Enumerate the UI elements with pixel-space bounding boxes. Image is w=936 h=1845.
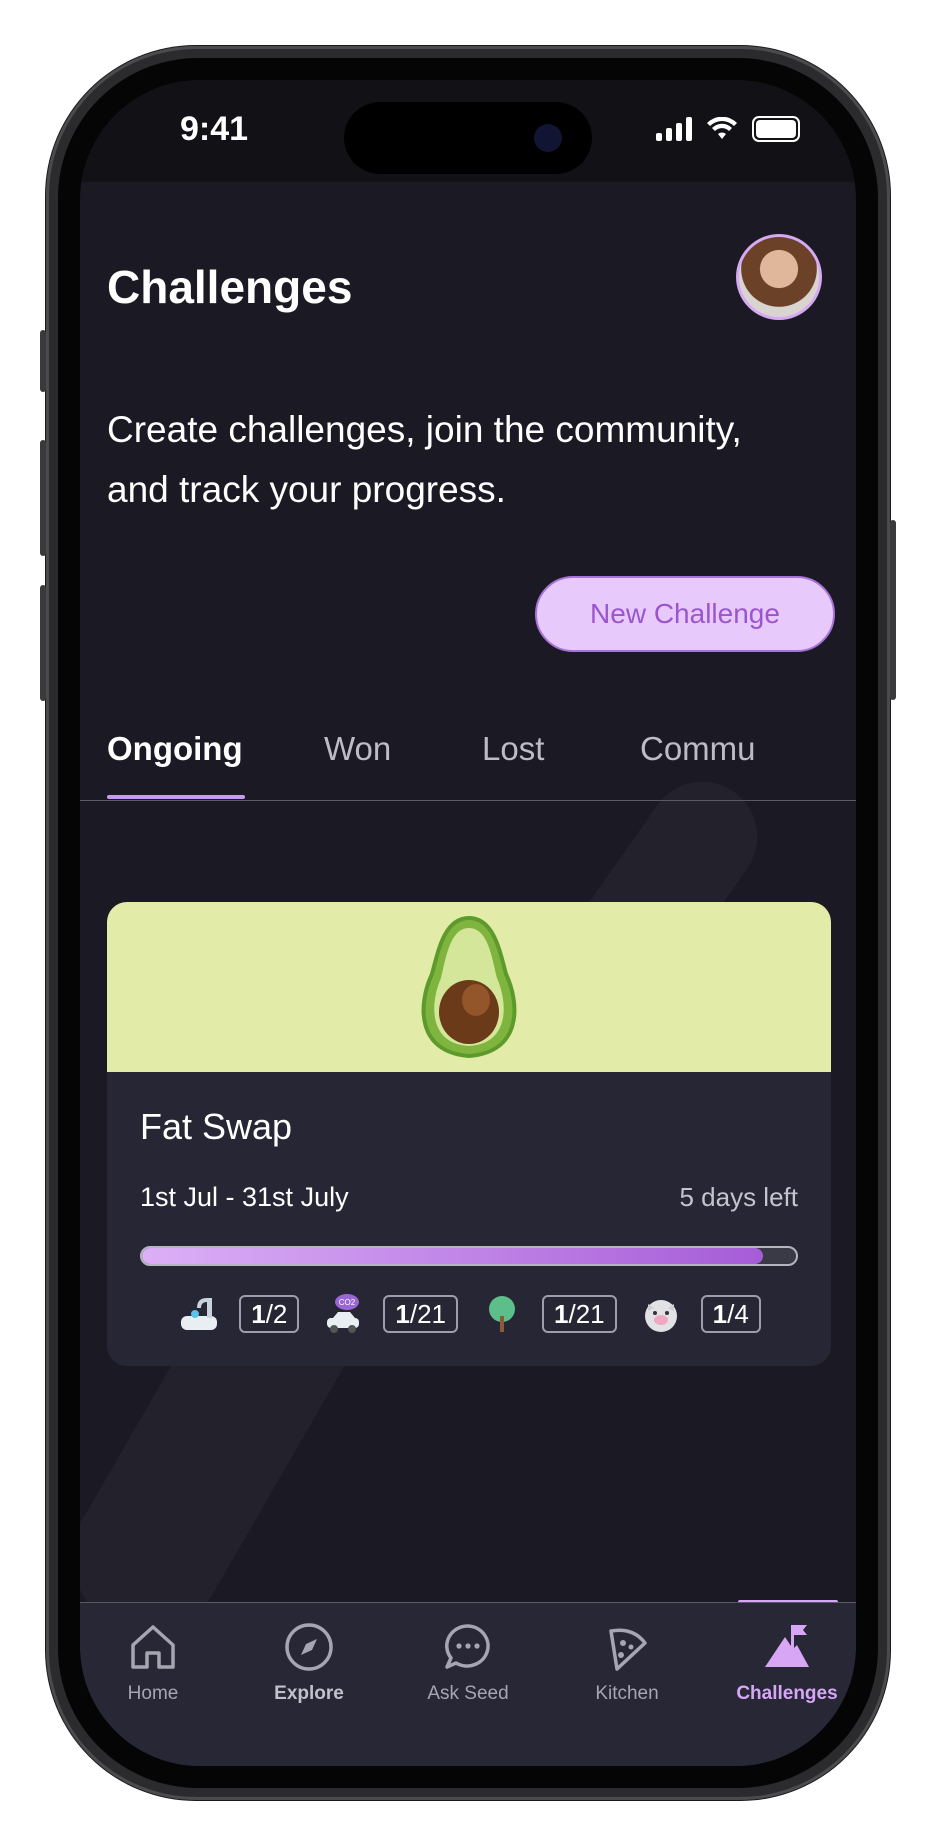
mute-switch — [40, 330, 46, 392]
bottom-navigation: Home Explore Ask Seed Kitchen Challenges — [80, 1602, 856, 1766]
stat-counter: 1/2 — [239, 1295, 300, 1333]
stat-co2: CO2 1/21 — [321, 1292, 458, 1336]
challenge-card[interactable]: Fat Swap 1st Jul - 31st July 5 days left… — [107, 902, 831, 1366]
cellular-signal-icon — [656, 117, 692, 141]
stat-counter: 1/21 — [542, 1295, 617, 1333]
nav-home[interactable]: Home — [88, 1619, 218, 1705]
stat-pig: 1/4 — [639, 1292, 761, 1336]
svg-text:CO2: CO2 — [339, 1298, 356, 1307]
status-time: 9:41 — [180, 110, 249, 148]
active-tab-indicator — [107, 795, 245, 799]
tab-won[interactable]: Won — [324, 730, 391, 768]
nav-label: Explore — [274, 1683, 344, 1704]
dynamic-island — [344, 102, 592, 174]
nav-label: Kitchen — [595, 1683, 659, 1704]
challenge-dates: 1st Jul - 31st July — [140, 1182, 349, 1212]
challenge-progress-bar — [140, 1246, 798, 1266]
status-bar: 9:41 — [80, 80, 856, 182]
progress-fill — [142, 1248, 764, 1264]
avocado-icon — [421, 915, 517, 1059]
pig-icon — [644, 1300, 677, 1332]
camera-icon — [534, 124, 562, 152]
home-icon — [131, 1625, 175, 1669]
days-left: 5 days left — [679, 1182, 798, 1212]
nav-label: Challenges — [736, 1683, 838, 1704]
bath-icon — [181, 1298, 218, 1330]
volume-up-button — [40, 440, 46, 556]
avatar[interactable] — [736, 234, 822, 320]
flag-mountain-icon — [765, 1625, 809, 1667]
nav-explore[interactable]: Explore — [244, 1619, 374, 1705]
tree-icon — [489, 1296, 515, 1332]
nav-challenges[interactable]: Challenges — [722, 1619, 852, 1705]
intro-text: Create challenges, join the community, a… — [107, 409, 742, 510]
compass-icon — [285, 1623, 333, 1671]
tab-lost[interactable]: Lost — [482, 730, 544, 768]
wifi-icon — [707, 117, 737, 139]
challenge-tabs: Ongoing Won Lost Commu — [80, 730, 856, 801]
nav-ask-seed[interactable]: Ask Seed — [403, 1619, 533, 1705]
tab-ongoing[interactable]: Ongoing — [107, 730, 243, 768]
tab-community[interactable]: Commu — [640, 730, 756, 768]
pizza-icon — [609, 1628, 647, 1671]
new-challenge-button[interactable]: New Challenge — [535, 576, 835, 652]
page-title: Challenges — [107, 261, 353, 313]
challenge-stats: 1/2 CO2 1/21 1/21 1 /4 — [107, 1292, 831, 1336]
stat-bath: 1/2 — [177, 1292, 300, 1336]
car-co2-icon: CO2 — [327, 1294, 360, 1333]
nav-kitchen[interactable]: Kitchen — [562, 1619, 692, 1705]
status-icons — [656, 116, 800, 142]
challenge-hero — [107, 902, 831, 1072]
power-button — [890, 520, 896, 700]
nav-label: Ask Seed — [427, 1683, 509, 1704]
chat-icon — [445, 1624, 490, 1669]
stat-tree: 1/21 — [480, 1292, 617, 1336]
nav-label: Home — [127, 1683, 179, 1704]
volume-down-button — [40, 585, 46, 701]
stat-counter: 1/21 — [383, 1295, 458, 1333]
battery-icon — [752, 116, 800, 142]
stat-counter: 1/4 — [700, 1295, 761, 1333]
app-screen: 9:41 Challenges Create challenges, join … — [80, 80, 856, 1766]
challenge-title: Fat Swap — [140, 1106, 293, 1147]
